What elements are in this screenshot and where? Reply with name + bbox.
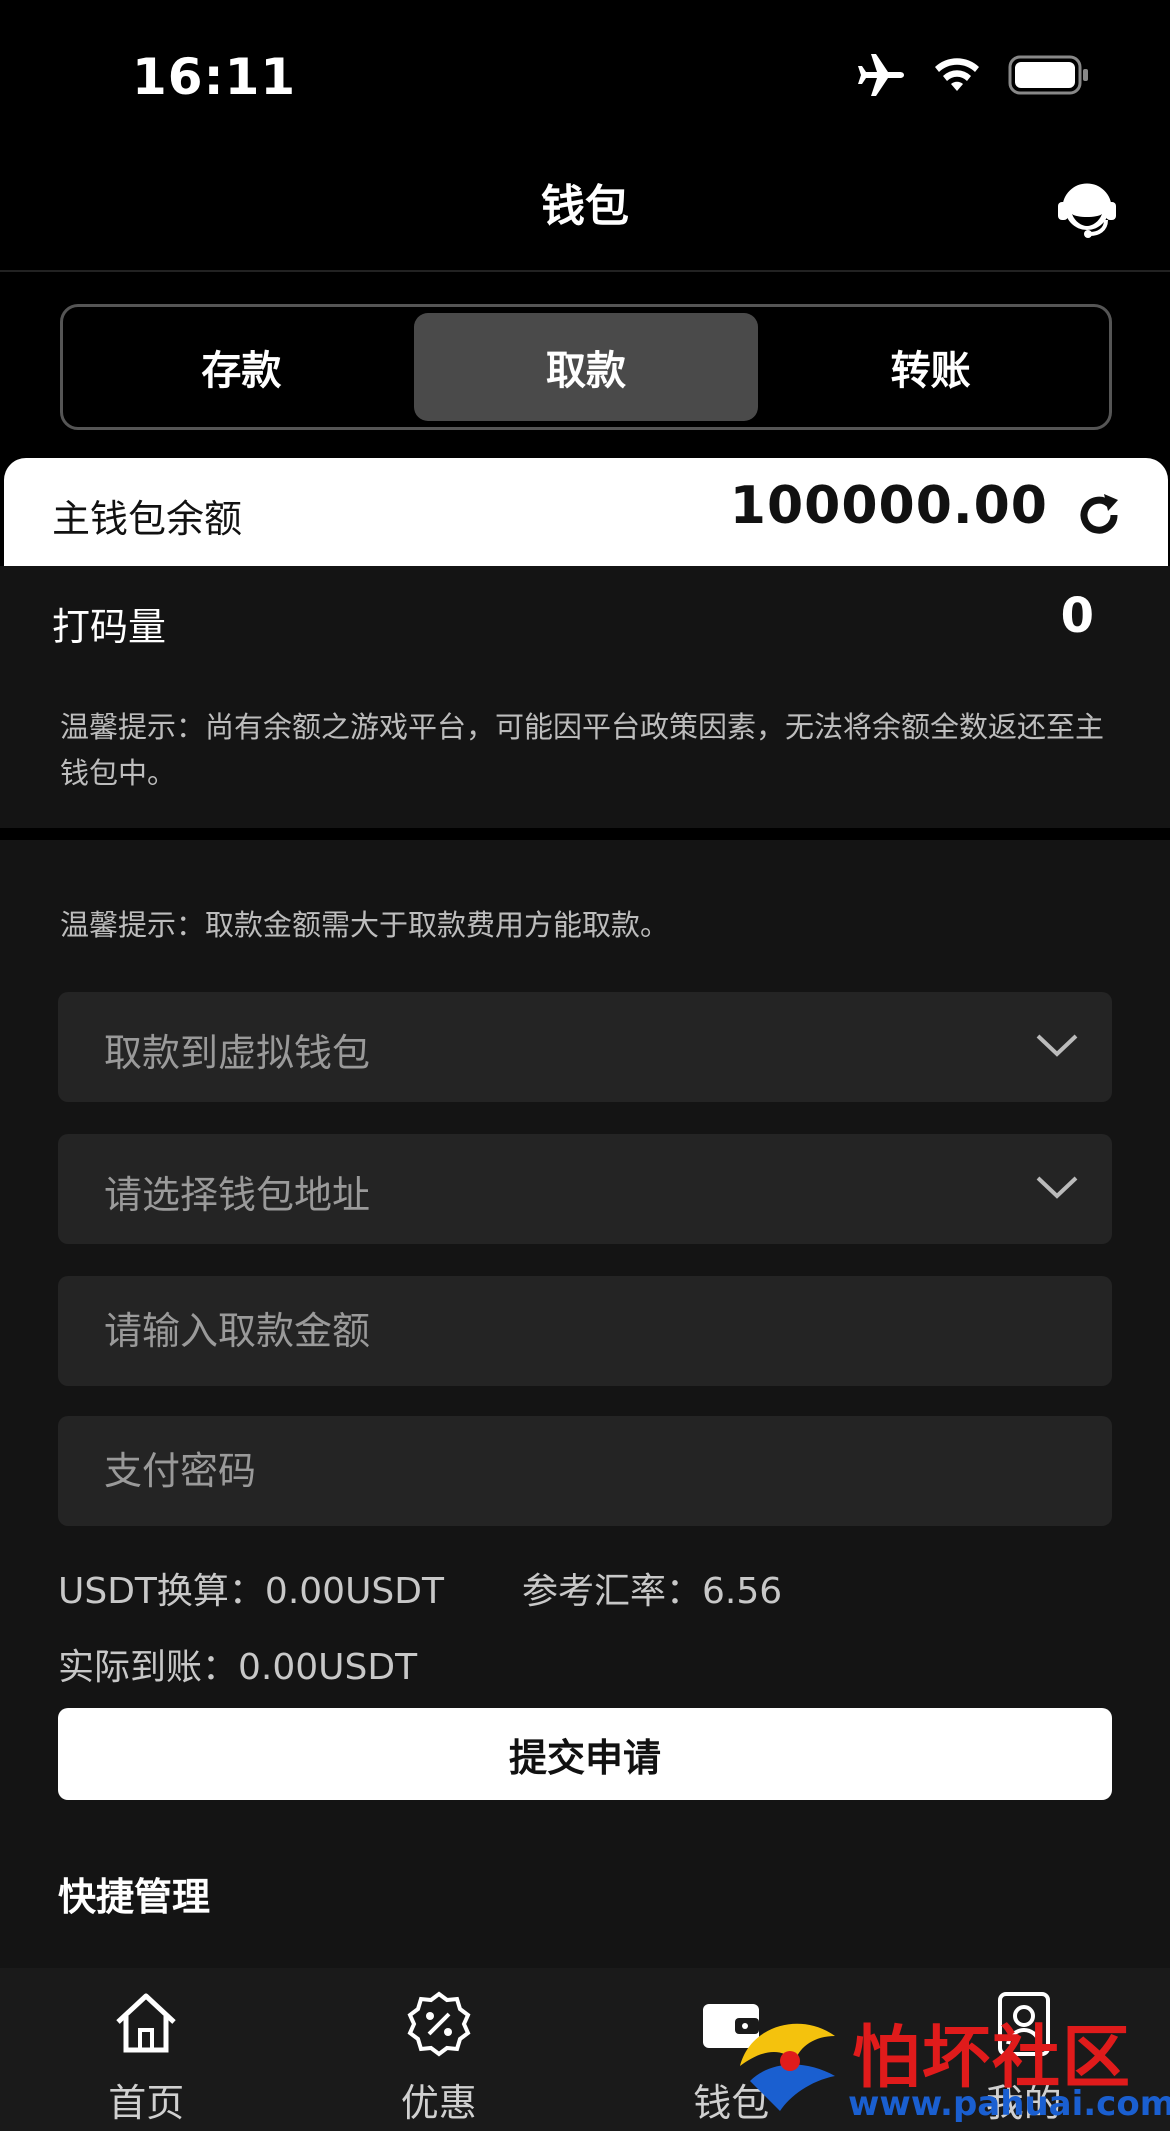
nav-label-home: 首页 <box>108 2081 185 2125</box>
turnover-panel: 打码量 0 温馨提示：尚有余额之游戏平台，可能因平台政策因素，无法将余额全数返还… <box>0 566 1170 828</box>
usdt-conversion: USDT换算：0.00USDT <box>58 1571 444 1612</box>
nav-item-promotions[interactable]: 优惠 <box>293 1968 586 2131</box>
nav-label-promotions: 优惠 <box>400 2081 477 2125</box>
status-time: 16:11 <box>132 48 297 106</box>
tab-withdraw[interactable]: 取款 <box>413 313 759 421</box>
withdraw-amount-field <box>58 1276 1112 1386</box>
actual-received: 实际到账：0.00USDT <box>58 1647 418 1688</box>
refresh-icon[interactable] <box>1074 490 1124 540</box>
home-icon <box>116 1993 176 2053</box>
withdraw-method-select[interactable]: 取款到虚拟钱包 <box>58 992 1112 1102</box>
wallet-address-select[interactable]: 请选择钱包地址 <box>58 1134 1112 1244</box>
turnover-value: 0 <box>1060 588 1094 644</box>
battery-icon <box>1008 55 1088 95</box>
balance-value: 100000.00 <box>729 476 1048 536</box>
watermark: 怕坏社区 www.pahuai.com <box>720 1996 1170 2131</box>
wallet-tabs: 存款 取款 转账 <box>60 304 1112 430</box>
withdraw-amount-input[interactable] <box>104 1296 1004 1366</box>
status-bar: 16:11 <box>0 0 1170 150</box>
tab-transfer[interactable]: 转账 <box>758 313 1103 421</box>
submit-button[interactable]: 提交申请 <box>58 1708 1112 1800</box>
main-wallet-balance-row: 主钱包余额 100000.00 <box>4 458 1168 566</box>
watermark-logo-icon <box>740 2023 835 2111</box>
quick-manage-title: 快捷管理 <box>58 1875 211 1919</box>
payment-password-input[interactable] <box>104 1436 1004 1506</box>
header: 钱包 <box>0 150 1170 272</box>
withdraw-fee-tip: 温馨提示：取款金额需大于取款费用方能取款。 <box>60 908 670 942</box>
discount-icon <box>407 1991 471 2057</box>
chevron-down-icon <box>1036 1176 1078 1199</box>
turnover-label: 打码量 <box>52 605 167 649</box>
watermark-url: www.pahuai.com <box>848 2084 1170 2124</box>
withdraw-form: 温馨提示：取款金额需大于取款费用方能取款。 取款到虚拟钱包 请选择钱包地址 US… <box>0 840 1170 1970</box>
reference-rate: 参考汇率：6.56 <box>522 1571 783 1612</box>
page-title: 钱包 <box>541 181 629 232</box>
chevron-down-icon <box>1036 1034 1078 1057</box>
balance-label: 主钱包余额 <box>52 497 243 541</box>
customer-service-icon[interactable] <box>1052 174 1122 244</box>
tab-deposit[interactable]: 存款 <box>69 313 414 421</box>
withdraw-method-value: 取款到虚拟钱包 <box>104 1031 371 1075</box>
airplane-mode-icon <box>858 54 904 96</box>
nav-item-home[interactable]: 首页 <box>0 1968 293 2131</box>
wallet-address-value: 请选择钱包地址 <box>104 1173 371 1217</box>
wifi-icon <box>935 58 979 91</box>
status-icons <box>856 52 1090 98</box>
platform-balance-tip: 温馨提示：尚有余额之游戏平台，可能因平台政策因素，无法将余额全数返还至主钱包中。 <box>60 710 1105 790</box>
payment-password-field <box>58 1416 1112 1526</box>
